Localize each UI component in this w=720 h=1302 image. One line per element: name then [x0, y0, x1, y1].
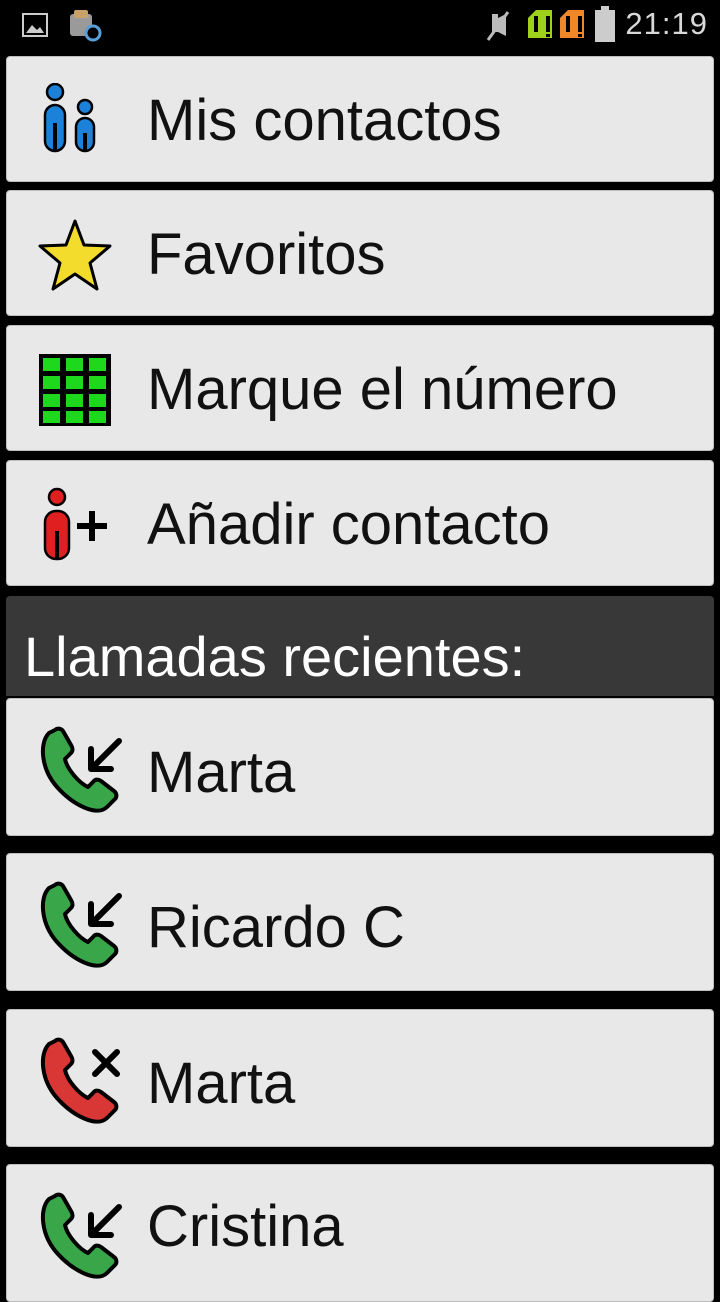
incoming-call-icon: [40, 1192, 122, 1279]
recent-call-item[interactable]: Marta: [6, 698, 714, 836]
favorites-label: Favoritos: [147, 222, 386, 287]
recent-calls-header: Llamadas recientes:: [6, 596, 714, 696]
recent-calls-title: Llamadas recientes:: [24, 625, 526, 688]
favorites-button[interactable]: Favoritos: [6, 190, 714, 316]
dial-number-label: Marque el número: [147, 357, 618, 422]
missed-call-icon: [40, 1037, 120, 1124]
recent-call-name: Ricardo C: [147, 895, 405, 960]
incoming-call-icon: [40, 881, 122, 968]
add-contact-button[interactable]: Añadir contacto: [6, 460, 714, 586]
status-bar: 21:19: [0, 0, 720, 52]
sim1-signal-icon: [528, 10, 552, 38]
app-update-icon: [70, 10, 102, 42]
my-contacts-button[interactable]: Mis contactos: [6, 56, 714, 182]
star-icon: [38, 219, 112, 291]
image-icon: [22, 13, 48, 37]
dialpad-icon: [39, 354, 111, 426]
recent-call-name: Marta: [147, 740, 296, 805]
recent-call-name: Cristina: [147, 1194, 344, 1259]
incoming-call-icon: [40, 726, 122, 813]
status-time: 21:19: [625, 6, 708, 41]
add-contact-label: Añadir contacto: [147, 492, 551, 557]
my-contacts-label: Mis contactos: [147, 88, 502, 153]
add-contact-icon: [43, 487, 107, 561]
mute-icon: [486, 11, 510, 41]
battery-icon: [595, 6, 615, 42]
dial-number-button[interactable]: Marque el número: [6, 325, 714, 451]
recent-call-item[interactable]: Ricardo C: [6, 853, 714, 991]
recent-call-item[interactable]: Cristina: [6, 1164, 714, 1302]
contacts-icon: [43, 83, 96, 153]
recent-call-item[interactable]: Marta: [6, 1009, 714, 1147]
sim2-signal-icon: [560, 10, 584, 38]
recent-call-name: Marta: [147, 1051, 296, 1116]
